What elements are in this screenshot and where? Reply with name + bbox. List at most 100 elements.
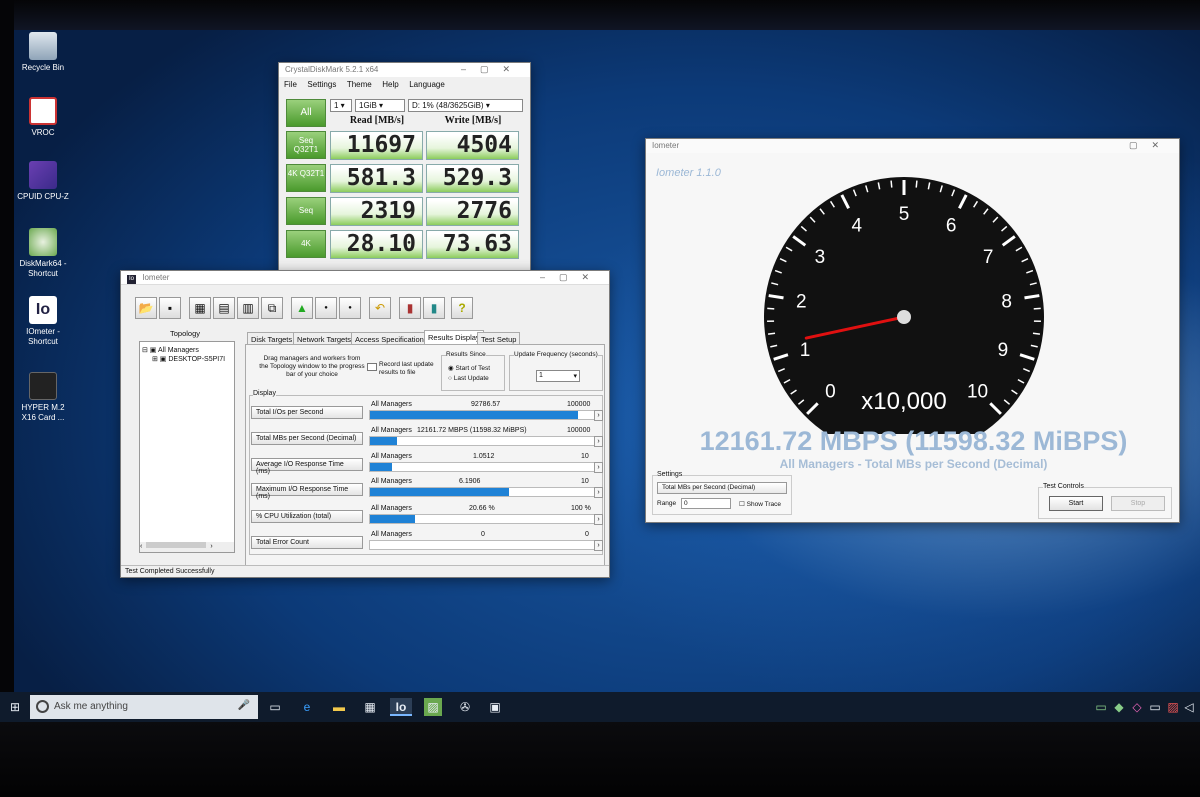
- tray-shield-icon[interactable]: ◇: [1128, 698, 1146, 716]
- dial-multiplier: x10,000: [861, 388, 946, 415]
- disconnect-icon[interactable]: ▮: [423, 297, 445, 319]
- metric-button-total-ios[interactable]: Total I/Os per Second: [251, 406, 363, 419]
- desktop-icon-hyper-m2[interactable]: HYPER M.2 X16 Card ...: [14, 372, 72, 423]
- radio-start-of-test[interactable]: ◉ Start of Test: [448, 364, 490, 372]
- iometer-titlebar[interactable]: Io Iometer –▢✕: [121, 271, 609, 285]
- metric-range-arrow[interactable]: ›: [594, 514, 603, 525]
- write-4k-q32t1: 529.3: [426, 164, 519, 193]
- cortana-search-box[interactable]: Ask me anything 🎤: [30, 695, 258, 719]
- metric-range-arrow[interactable]: ›: [594, 436, 603, 447]
- metric-button-cpu[interactable]: % CPU Utilization (total): [251, 510, 363, 523]
- gauge-metric-button[interactable]: Total MBs per Second (Decimal): [657, 482, 787, 494]
- menu-theme[interactable]: Theme: [347, 80, 372, 89]
- seq-button[interactable]: Seq: [286, 197, 326, 225]
- duplicate-worker-icon[interactable]: ⧉: [261, 297, 283, 319]
- metric-bar: [369, 487, 595, 497]
- start-button[interactable]: Start: [1049, 496, 1103, 511]
- tray-network-icon[interactable]: ▭: [1092, 698, 1110, 716]
- new-manager-icon[interactable]: ▦: [189, 297, 211, 319]
- desktop-icon-recycle-bin[interactable]: Recycle Bin: [14, 32, 72, 73]
- menu-help[interactable]: Help: [382, 80, 398, 89]
- iometer-window-controls[interactable]: –▢✕: [540, 272, 603, 283]
- exit-icon[interactable]: ▮: [399, 297, 421, 319]
- test-count-select[interactable]: 1 ▾: [330, 99, 352, 112]
- diskmark-icon: [29, 228, 57, 256]
- tray-volume-icon[interactable]: ◁: [1180, 698, 1198, 716]
- dial-label-7: 7: [983, 247, 994, 268]
- stop-one-icon[interactable]: ●: [315, 297, 337, 319]
- menu-file[interactable]: File: [284, 80, 297, 89]
- metric-button-avg-response[interactable]: Average I/O Response Time (ms): [251, 458, 363, 475]
- desktop-icon-label: DiskMark64 - Shortcut: [19, 259, 67, 278]
- metric-button-errors[interactable]: Total Error Count: [251, 536, 363, 549]
- cdm-titlebar[interactable]: CrystalDiskMark 5.2.1 x64 –▢✕: [279, 63, 530, 77]
- metric-range-arrow[interactable]: ›: [594, 410, 603, 421]
- store-icon[interactable]: ▦: [361, 698, 379, 716]
- iometer-window[interactable]: Io Iometer –▢✕ 📂 ▪ ▦ ▤ ▥ ⧉ ▲ ● ● ↶ ▮ ▮ ?…: [120, 270, 610, 578]
- desktop-icon-vroc[interactable]: VROC: [14, 97, 72, 138]
- iometer-app-icon: Io: [127, 275, 136, 284]
- reset-workers-icon[interactable]: ↶: [369, 297, 391, 319]
- 4k-q32t1-button[interactable]: 4K Q32T1: [286, 164, 326, 192]
- task-view-icon[interactable]: ▭: [266, 698, 284, 716]
- gauge-titlebar[interactable]: Iometer ▢✕: [646, 139, 1179, 153]
- tray-security-icon[interactable]: ◆: [1110, 698, 1128, 716]
- menu-language[interactable]: Language: [409, 80, 445, 89]
- desktop-icon-label: CPUID CPU-Z: [17, 192, 69, 201]
- gauge-title: Iometer: [652, 141, 680, 150]
- tree-horizontal-scrollbar[interactable]: ‹ ›: [140, 542, 234, 552]
- metric-range-arrow[interactable]: ›: [594, 540, 603, 551]
- iometer-gauge-window[interactable]: Iometer ▢✕ Iometer 1.1.0 0 1 2 3 4 5 6 7 8 9 10 x10…: [645, 138, 1180, 523]
- radio-last-update[interactable]: ○ Last Update: [448, 375, 489, 382]
- drive-select[interactable]: D: 1% (48/3625GiB) ▾: [408, 99, 523, 112]
- save-icon[interactable]: ▪: [159, 297, 181, 319]
- open-icon[interactable]: 📂: [135, 297, 157, 319]
- new-network-worker-icon[interactable]: ▥: [237, 297, 259, 319]
- tree-node-desktop[interactable]: ⊞ ▣ DESKTOP-S5PI7I: [140, 354, 234, 363]
- tab-results-display[interactable]: Results Display: [424, 330, 484, 344]
- gauge-window-controls[interactable]: ▢✕: [1129, 140, 1173, 151]
- read-seq: 2319: [330, 197, 423, 226]
- microphone-icon[interactable]: 🎤: [238, 700, 250, 711]
- metric-range-arrow[interactable]: ›: [594, 462, 603, 473]
- settings-app-icon[interactable]: ✇: [456, 698, 474, 716]
- topology-header: Topology: [169, 329, 201, 338]
- file-explorer-icon[interactable]: ▬: [330, 698, 348, 716]
- tray-display-icon[interactable]: ▭: [1146, 698, 1164, 716]
- 4k-button[interactable]: 4K: [286, 230, 326, 258]
- seq-q32t1-button[interactable]: Seq Q32T1: [286, 131, 326, 159]
- metric-max: 10: [581, 478, 589, 485]
- desktop-icon-diskmark[interactable]: DiskMark64 - Shortcut: [14, 228, 72, 279]
- metric-button-max-response[interactable]: Maximum I/O Response Time (ms): [251, 483, 363, 500]
- desktop-icon-iometer[interactable]: Io IOmeter - Shortcut: [14, 296, 72, 347]
- test-size-select[interactable]: 1GiB ▾: [355, 99, 405, 112]
- topology-tree[interactable]: ⊟ ▣ All Managers ⊞ ▣ DESKTOP-S5PI7I ‹ ›: [139, 341, 235, 553]
- update-frequency-select[interactable]: 1 ▾: [536, 370, 580, 382]
- stop-button[interactable]: Stop: [1111, 496, 1165, 511]
- menu-settings[interactable]: Settings: [307, 80, 336, 89]
- range-input[interactable]: 0: [681, 498, 731, 509]
- iometer-taskbar-icon[interactable]: Io: [390, 698, 412, 716]
- drive-value: D: 1% (48/3625GiB): [412, 101, 484, 110]
- help-icon[interactable]: ?: [451, 297, 473, 319]
- crystaldiskmark-window[interactable]: CrystalDiskMark 5.2.1 x64 –▢✕ File Setti…: [278, 62, 531, 274]
- monitor-bezel-top: [0, 0, 1200, 30]
- metric-range-arrow[interactable]: ›: [594, 487, 603, 498]
- desktop-icon-cpu-z[interactable]: CPUID CPU-Z: [14, 161, 72, 202]
- crystaldiskmark-taskbar-icon[interactable]: ▨: [424, 698, 442, 716]
- record-results-checkbox[interactable]: [367, 363, 377, 371]
- new-worker-icon[interactable]: ▤: [213, 297, 235, 319]
- dial-label-0: 0: [825, 382, 836, 403]
- start-tests-icon[interactable]: ▲: [291, 297, 313, 319]
- run-all-button[interactable]: All: [286, 99, 326, 127]
- stop-all-icon[interactable]: ●: [339, 297, 361, 319]
- show-trace-checkbox[interactable]: ☐ Show Trace: [739, 500, 781, 508]
- edge-icon[interactable]: e: [298, 698, 316, 716]
- app-window-icon[interactable]: ▣: [486, 698, 504, 716]
- cortana-icon: [36, 700, 49, 713]
- windows-start-icon[interactable]: ⊞: [6, 698, 24, 716]
- tree-node-all-managers[interactable]: ⊟ ▣ All Managers: [140, 342, 234, 354]
- write-seq-q32t1: 4504: [426, 131, 519, 160]
- cdm-window-controls[interactable]: –▢✕: [461, 64, 524, 75]
- metric-button-total-mbs[interactable]: Total MBs per Second (Decimal): [251, 432, 363, 445]
